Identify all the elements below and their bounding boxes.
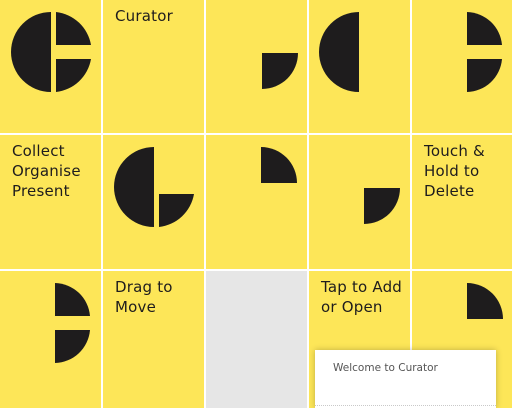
tile-notch-b[interactable] xyxy=(0,271,101,408)
tile-logo-alt[interactable] xyxy=(103,135,204,269)
tile-tagline[interactable]: Collect Organise Present xyxy=(0,135,101,269)
logo-c-icon xyxy=(11,12,91,92)
tile-delete-hint[interactable]: Touch & Hold to Delete xyxy=(412,135,512,269)
tile-half-circle[interactable] xyxy=(309,0,410,133)
drag-hint-text: Drag to Move xyxy=(115,278,173,316)
tagline-text: Collect Organise Present xyxy=(12,142,81,200)
half-circle-icon xyxy=(319,12,359,92)
tile-quarter-b[interactable] xyxy=(206,135,307,269)
tile-quarter-a[interactable] xyxy=(206,0,307,133)
tile-notch[interactable] xyxy=(412,0,512,133)
tile-grid: Curator Collect Organise Present Touch &… xyxy=(0,0,512,408)
tile-logo[interactable] xyxy=(0,0,101,133)
quarter-circle-icon xyxy=(364,188,400,224)
tile-quarter-c[interactable] xyxy=(309,135,410,269)
tile-empty-slot[interactable] xyxy=(206,271,307,408)
toast-message: Welcome to Curator xyxy=(333,362,438,374)
delete-hint-text: Touch & Hold to Delete xyxy=(424,142,485,200)
welcome-toast[interactable]: Welcome to Curator xyxy=(315,350,496,408)
logo-c-icon xyxy=(114,147,194,227)
add-hint-text: Tap to Add or Open xyxy=(321,278,403,316)
tile-title[interactable]: Curator xyxy=(103,0,204,133)
notch-icon xyxy=(467,12,502,92)
quarter-circle-icon xyxy=(262,53,298,89)
app-title: Curator xyxy=(115,7,173,25)
quarter-circle-icon xyxy=(467,283,503,319)
quarter-circle-icon xyxy=(261,147,297,183)
notch-icon xyxy=(55,283,90,363)
tile-drag-hint[interactable]: Drag to Move xyxy=(103,271,204,408)
toast-divider xyxy=(315,405,496,406)
